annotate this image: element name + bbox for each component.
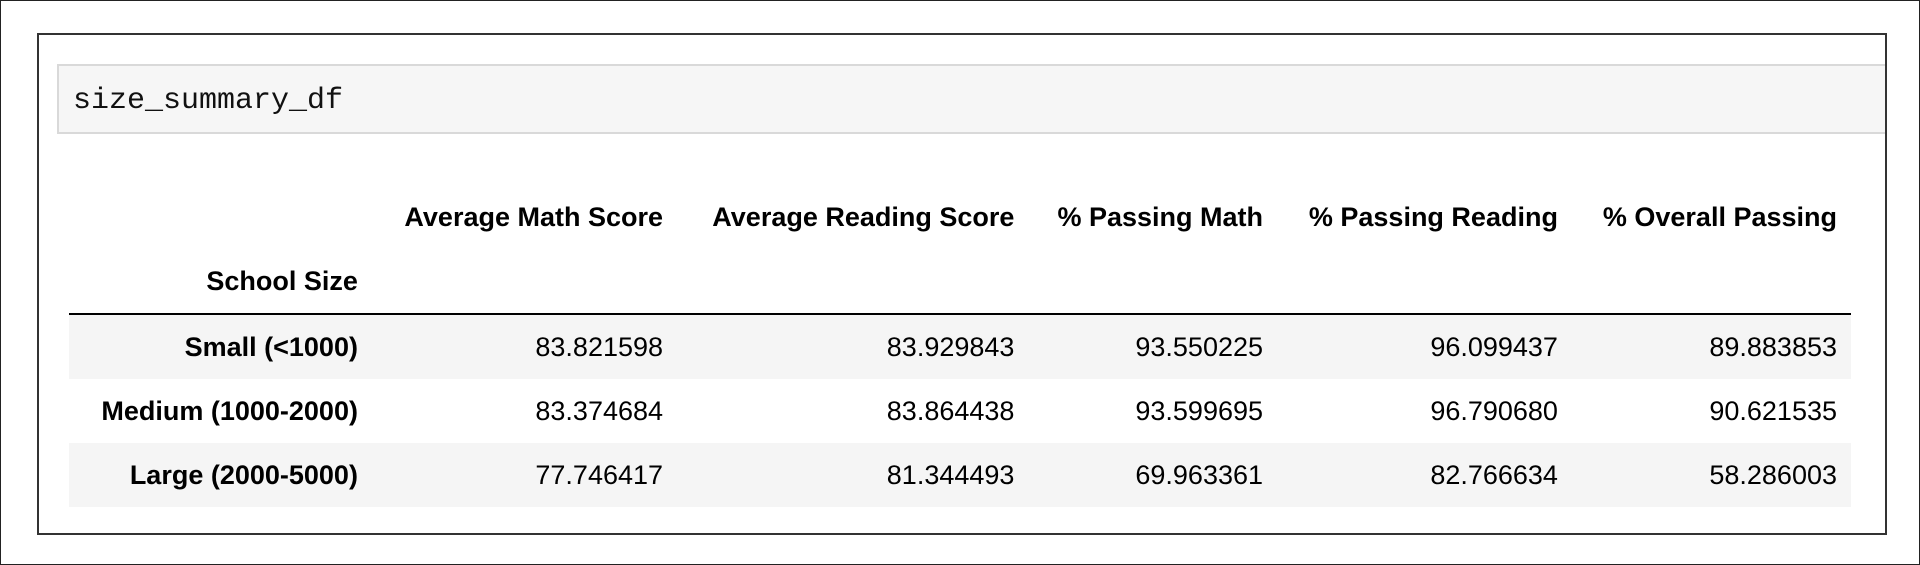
dataframe-output-table: Average Math Score Average Reading Score…	[69, 185, 1851, 507]
index-header-school-size: School Size	[69, 249, 372, 315]
table-cell: 93.599695	[1135, 395, 1264, 426]
row-label: Medium (1000-2000)	[101, 395, 358, 426]
row-label: Small (<1000)	[184, 331, 358, 362]
table-cell: 77.746417	[535, 459, 664, 490]
table-row: Medium (1000-2000) 83.374684 83.864438 9…	[69, 379, 1851, 443]
row-label: Large (2000-5000)	[129, 459, 358, 490]
column-header-average-reading-score: Average Reading Score	[712, 201, 1015, 232]
index-header-row: School Size	[69, 249, 1851, 315]
column-header-row: Average Math Score Average Reading Score…	[69, 185, 1851, 249]
notebook-cell-frame: size_summary_df Average Math Score Avera…	[37, 33, 1887, 535]
code-input-cell[interactable]: size_summary_df	[57, 64, 1885, 134]
table-cell: 83.374684	[535, 395, 664, 426]
table-cell: 96.099437	[1430, 331, 1558, 362]
header-blank	[677, 249, 1029, 315]
column-header-average-math-score: Average Math Score	[404, 201, 664, 232]
code-text: size_summary_df	[73, 84, 344, 118]
header-blank	[69, 185, 372, 249]
table-cell: 93.550225	[1135, 331, 1264, 362]
table-cell: 90.621535	[1709, 395, 1837, 426]
table-cell: 58.286003	[1709, 459, 1837, 490]
column-header-overall-passing: % Overall Passing	[1602, 201, 1837, 232]
table-row: Large (2000-5000) 77.746417 81.344493 69…	[69, 443, 1851, 507]
column-header-passing-math: % Passing Math	[1057, 201, 1264, 232]
header-blank	[371, 249, 678, 315]
table-cell: 83.864438	[886, 395, 1015, 426]
table-cell: 83.821598	[535, 331, 664, 362]
table-cell: 83.929843	[886, 331, 1015, 362]
header-blank	[1571, 249, 1851, 315]
table-cell: 82.766634	[1430, 459, 1558, 490]
table-cell: 81.344493	[886, 459, 1015, 490]
column-header-passing-reading: % Passing Reading	[1308, 201, 1558, 232]
header-blank	[1028, 249, 1278, 315]
screenshot-frame: size_summary_df Average Math Score Avera…	[0, 0, 1920, 565]
header-blank	[1277, 249, 1572, 315]
table-row: Small (<1000) 83.821598 83.929843 93.550…	[69, 314, 1851, 379]
table-cell: 96.790680	[1430, 395, 1558, 426]
table-cell: 89.883853	[1709, 331, 1837, 362]
table-cell: 69.963361	[1135, 459, 1264, 490]
